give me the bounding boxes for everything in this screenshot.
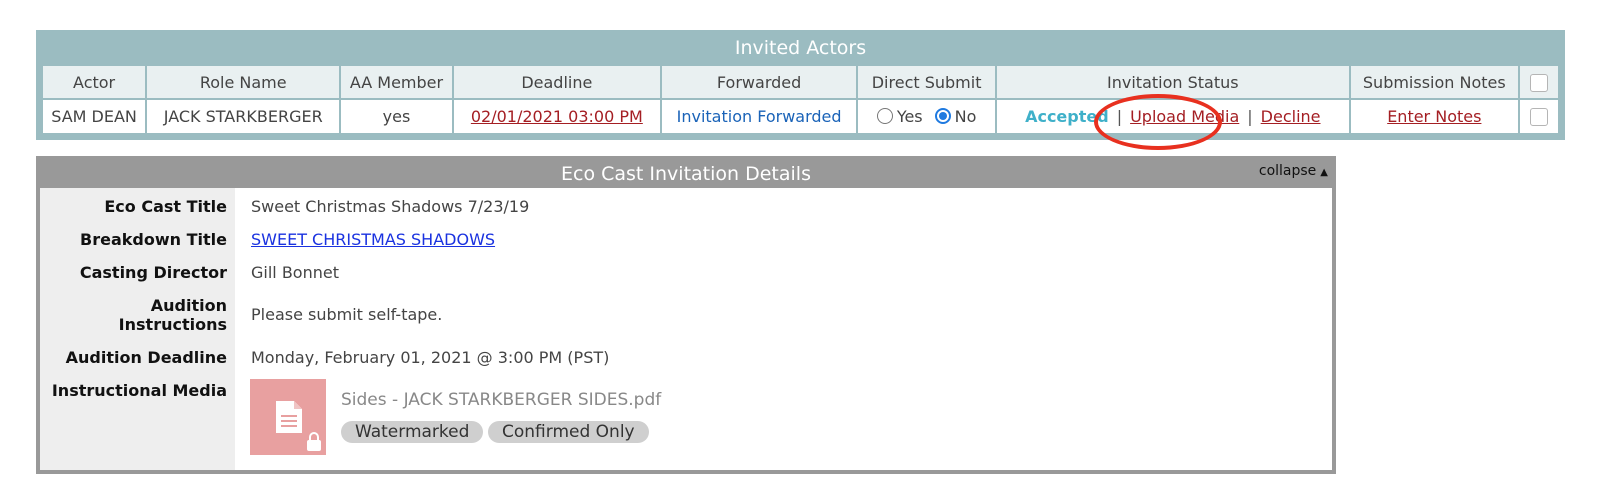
breakdown-title-value: SWEET CHRISTMAS SHADOWS [251, 230, 495, 249]
locked-document-icon[interactable] [250, 379, 326, 455]
direct-submit-yes-label: Yes [896, 107, 923, 126]
deadline-link[interactable]: 02/01/2021 03:00 PM [471, 107, 643, 126]
audition-instructions-value: Please submit self-tape. [251, 305, 443, 324]
separator: | [1116, 107, 1123, 126]
row-checkbox[interactable] [1530, 108, 1549, 127]
header-deadline: Deadline [451, 64, 663, 100]
breakdown-title-label: Breakdown Title [80, 230, 227, 249]
table-header-row: Actor Role Name AA Member Deadline Forwa… [40, 64, 1560, 100]
document-lock-svg [276, 401, 321, 451]
eco-cast-title-value: Sweet Christmas Shadows 7/23/19 [251, 197, 530, 216]
role-cell: JACK STARKBERGER [145, 98, 342, 135]
header-submission-notes: Submission Notes [1348, 64, 1521, 100]
forwarded-cell: Invitation Forwarded [660, 98, 859, 135]
header-role-name: Role Name [145, 64, 342, 100]
select-all-checkbox[interactable] [1530, 73, 1549, 92]
direct-submit-no-label: No [954, 107, 977, 126]
media-file-name[interactable]: Sides - JACK STARKBERGER SIDES.pdf [341, 390, 661, 410]
casting-director-value: Gill Bonnet [251, 263, 339, 282]
badge-confirmed-only: Confirmed Only [488, 421, 649, 443]
audition-deadline-label: Audition Deadline [65, 348, 227, 367]
header-invitation-status: Invitation Status [995, 64, 1351, 100]
invited-actors-panel: Invited Actors Actor Role Name AA Member… [36, 30, 1565, 140]
casting-director-label: Casting Director [79, 263, 227, 282]
header-aa-member: AA Member [339, 64, 454, 100]
header-select-all [1518, 64, 1560, 100]
status-accepted: Accepted [1025, 107, 1109, 126]
badge-watermarked: Watermarked [341, 421, 484, 443]
deadline-cell: 02/01/2021 03:00 PM [451, 98, 663, 135]
labels-column: Eco Cast Title Breakdown Title Casting D… [40, 188, 235, 470]
invitation-status-cell: Accepted | Upload Media | Decline [995, 98, 1351, 135]
direct-submit-cell: Yes No [856, 98, 998, 135]
enter-notes-link[interactable]: Enter Notes [1387, 107, 1481, 126]
separator: | [1247, 107, 1253, 126]
aa-member-cell: yes [339, 98, 454, 135]
decline-link[interactable]: Decline [1261, 107, 1321, 126]
header-actor: Actor [40, 64, 148, 100]
eco-cast-title-label: Eco Cast Title [104, 197, 227, 216]
submission-notes-cell: Enter Notes [1348, 98, 1521, 135]
row-select-cell [1518, 98, 1560, 135]
header-forwarded: Forwarded [660, 64, 859, 100]
direct-submit-yes-radio[interactable] [876, 108, 893, 124]
invited-actors-table: Actor Role Name AA Member Deadline Forwa… [40, 64, 1560, 135]
table-row: SAM DEAN JACK STARKBERGER yes 02/01/2021… [40, 98, 1560, 135]
audition-instructions-label-line2: Instructions [118, 315, 227, 334]
collapse-label: collapse [1258, 163, 1317, 179]
audition-deadline-value: Monday, February 01, 2021 @ 3:00 PM (PST… [251, 348, 610, 367]
instructional-media-label: Instructional Media [51, 381, 227, 400]
audition-instructions-label-line1: Audition [150, 296, 227, 315]
triangle-up-icon: ▲ [1320, 167, 1328, 178]
breakdown-title-link[interactable]: SWEET CHRISTMAS SHADOWS [251, 230, 495, 249]
upload-media-link[interactable]: Upload Media [1130, 107, 1239, 126]
actor-cell: SAM DEAN [40, 98, 148, 135]
eco-cast-details-panel: Eco Cast Invitation Details collapse ▲ Ec… [36, 156, 1336, 474]
details-body: Eco Cast Title Breakdown Title Casting D… [40, 188, 1332, 470]
header-direct-submit: Direct Submit [856, 64, 998, 100]
direct-submit-no-radio[interactable] [934, 108, 951, 124]
forwarded-status: Invitation Forwarded [676, 107, 842, 126]
details-title: Eco Cast Invitation Details [561, 163, 811, 185]
invited-actors-title: Invited Actors [734, 37, 867, 59]
collapse-toggle[interactable]: collapse ▲ [1259, 163, 1328, 179]
